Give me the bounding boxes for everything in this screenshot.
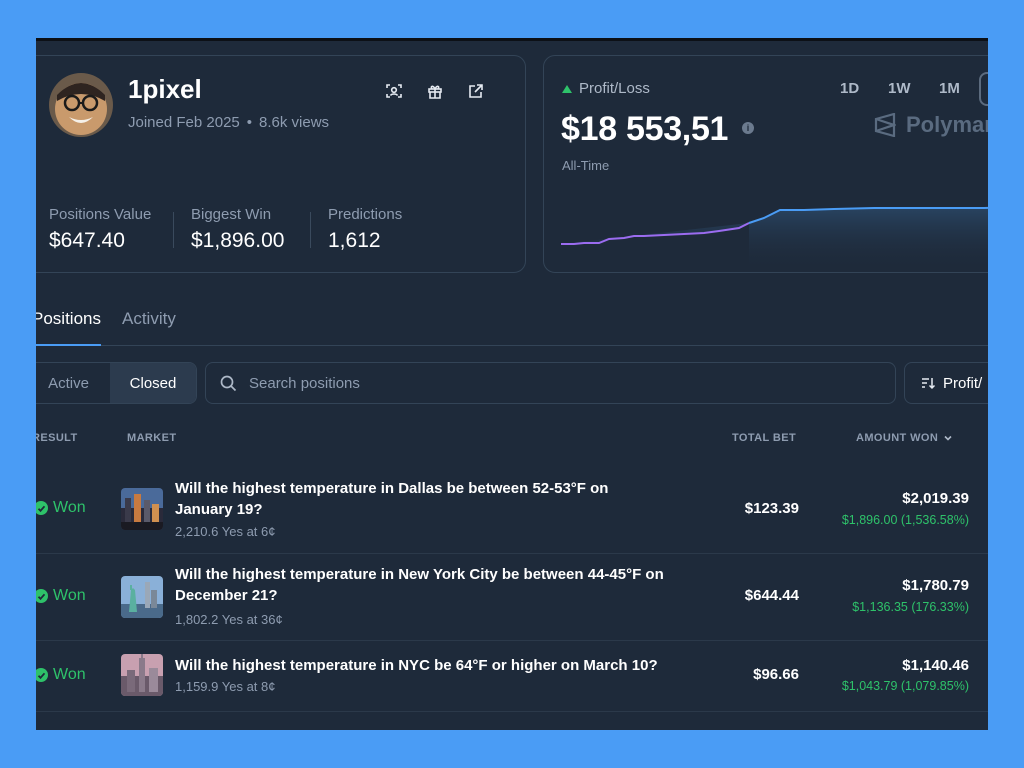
market-question[interactable]: Will the highest temperature in Dallas b… xyxy=(175,478,645,520)
check-circle-icon xyxy=(36,668,48,682)
total-bet: $96.66 xyxy=(753,666,799,683)
amount-won: $2,019.39 xyxy=(902,490,969,507)
amount-won: $1,140.46 xyxy=(902,657,969,674)
portfolio-app: 1pixel Joined Feb 2025 • 8.6k views Positi… xyxy=(36,41,988,730)
market-thumbnail[interactable] xyxy=(121,488,163,530)
result-badge: Won xyxy=(36,587,86,605)
position-status-toggle: Active Closed xyxy=(36,362,197,404)
profit-loss-value: $18 553,51 xyxy=(561,110,729,148)
positions-tabs: Positions Activity xyxy=(36,309,988,346)
scan-face-icon[interactable] xyxy=(384,81,404,101)
tab-activity[interactable]: Activity xyxy=(122,309,176,329)
profit-loss-title: Profit/Loss xyxy=(562,80,650,97)
username: 1pixel xyxy=(128,74,202,104)
brand-name: Polymar xyxy=(906,112,988,137)
view-count: 8.6k views xyxy=(259,114,330,131)
stat-predictions: Predictions 1,612 xyxy=(328,206,402,253)
joined-date: Joined Feb 2025 xyxy=(128,114,240,131)
profit-loss-card: Profit/Loss $18 553,51 i All-Time 1D 1W … xyxy=(543,55,988,273)
profit-loss-chart xyxy=(561,206,988,272)
period-label: All-Time xyxy=(562,158,610,173)
stat-biggest-win: Biggest Win $1,896.00 xyxy=(191,206,284,253)
tab-positions[interactable]: Positions xyxy=(36,309,101,329)
result-label: Won xyxy=(53,499,86,516)
chart-area-fill xyxy=(561,207,988,272)
market-question[interactable]: Will the highest temperature in New York… xyxy=(175,564,675,606)
result-badge: Won xyxy=(36,666,86,684)
position-shares: 1,159.9 Yes at 8¢ xyxy=(175,679,276,694)
search-box xyxy=(205,362,896,404)
trend-up-icon xyxy=(562,84,572,93)
check-circle-icon xyxy=(36,589,48,603)
separator-dot: • xyxy=(246,114,253,131)
profit-loss-label: Profit/Loss xyxy=(579,80,650,97)
sort-label: Profit/ xyxy=(943,374,983,392)
avatar[interactable] xyxy=(49,73,113,137)
timeframe-1m[interactable]: 1M xyxy=(939,80,960,97)
profit-gain: $1,043.79 (1,079.85%) xyxy=(841,679,969,693)
stat-value: $1,896.00 xyxy=(191,229,285,252)
profit-gain: $1,896.00 (1,536.58%) xyxy=(841,513,969,527)
stat-value: $647.40 xyxy=(49,229,125,252)
header-result: RESULT xyxy=(36,432,78,444)
market-question[interactable]: Will the highest temperature in NYC be 6… xyxy=(175,655,695,676)
check-circle-icon xyxy=(36,501,48,515)
row-divider xyxy=(36,711,988,712)
total-bet: $644.44 xyxy=(744,587,799,604)
filter-closed-button[interactable]: Closed xyxy=(110,363,196,403)
market-thumbnail[interactable] xyxy=(121,654,163,696)
table-row[interactable]: Won Will the highest temperature in NYC … xyxy=(36,641,988,711)
info-icon[interactable]: i xyxy=(742,122,754,134)
stat-positions-value: Positions Value $647.40 xyxy=(49,206,151,253)
header-market: MARKET xyxy=(127,432,177,444)
stat-label: Biggest Win xyxy=(191,206,272,223)
stat-label: Predictions xyxy=(328,206,403,223)
position-shares: 1,802.2 Yes at 36¢ xyxy=(175,612,283,627)
search-input[interactable] xyxy=(247,373,851,393)
header-amount-won-label: AMOUNT WON xyxy=(856,432,939,444)
stat-value: 1,612 xyxy=(328,229,381,252)
table-row[interactable]: Won Will the highest temperature in New … xyxy=(36,554,988,640)
active-tab-indicator xyxy=(36,344,101,346)
external-link-icon[interactable] xyxy=(466,81,486,101)
result-badge: Won xyxy=(36,499,86,517)
timeframe-1w[interactable]: 1W xyxy=(888,80,911,97)
profile-card: 1pixel Joined Feb 2025 • 8.6k views Positi… xyxy=(36,55,526,273)
result-label: Won xyxy=(53,666,86,683)
gift-icon[interactable] xyxy=(425,81,445,101)
header-amount-won[interactable]: AMOUNT WON xyxy=(856,432,953,444)
stat-divider xyxy=(310,212,311,248)
profit-gain: $1,136.35 (176.33%) xyxy=(852,600,969,614)
market-thumbnail[interactable] xyxy=(121,576,163,618)
search-icon xyxy=(220,375,237,391)
header-total-bet[interactable]: TOTAL BET xyxy=(732,432,796,444)
stat-label: Positions Value xyxy=(49,206,152,223)
timeframe-all-button[interactable] xyxy=(979,72,988,106)
result-label: Won xyxy=(53,587,86,604)
timeframe-1d[interactable]: 1D xyxy=(840,80,859,97)
stat-divider xyxy=(173,212,174,248)
chevron-down-icon xyxy=(944,435,952,441)
polymarket-logo: Polymar xyxy=(874,112,988,138)
sort-dropdown[interactable]: Profit/ xyxy=(904,362,988,404)
sort-icon xyxy=(922,378,935,390)
table-row[interactable]: Won Will the highest temperature in Dall… xyxy=(36,471,988,553)
position-shares: 2,210.6 Yes at 6¢ xyxy=(175,524,276,539)
join-info: Joined Feb 2025 • 8.6k views xyxy=(128,114,329,131)
total-bet: $123.39 xyxy=(744,500,799,517)
amount-won: $1,780.79 xyxy=(902,577,969,594)
filter-active-button[interactable]: Active xyxy=(36,363,110,403)
